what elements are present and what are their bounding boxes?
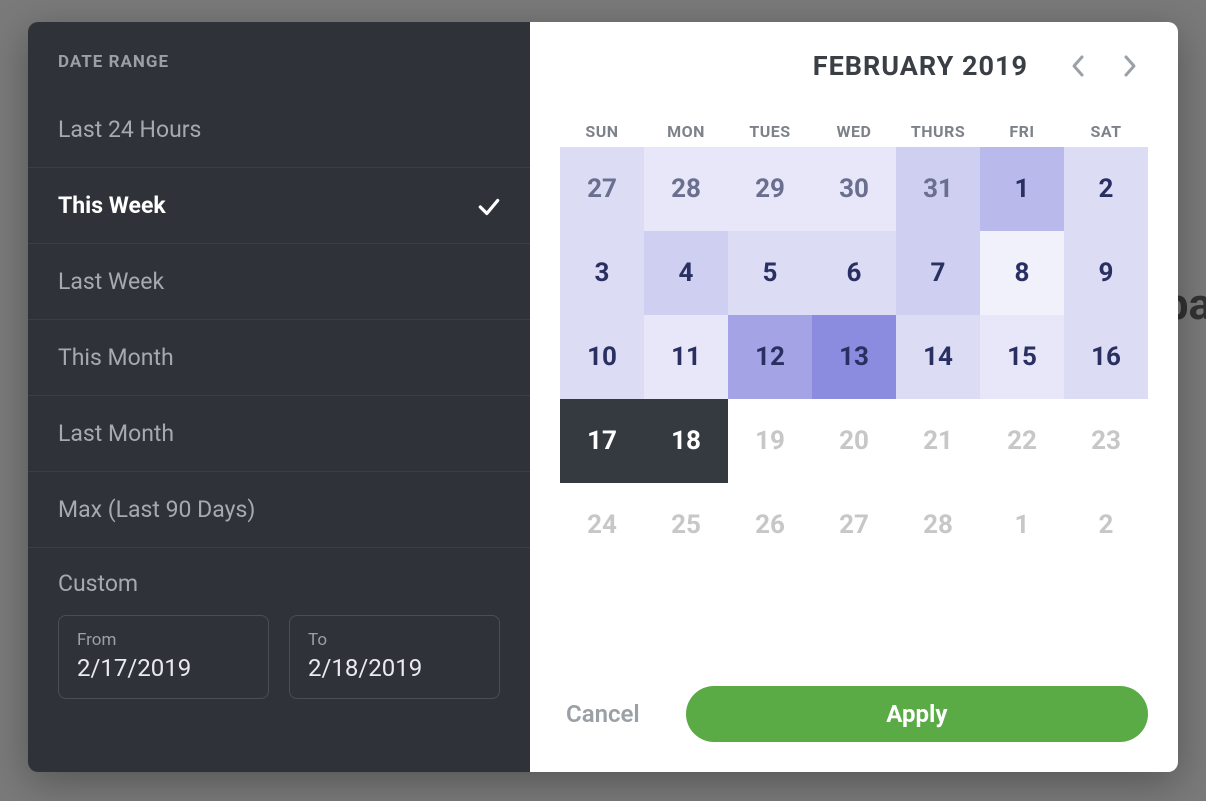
calendar-day[interactable]: 7 <box>896 231 980 315</box>
preset-last-week[interactable]: Last Week <box>28 244 530 320</box>
preset-this-week[interactable]: This Week <box>28 168 530 244</box>
weekday-header: SUN <box>560 122 644 141</box>
weekday-header: WED <box>812 122 896 141</box>
preset-label: Last Week <box>58 268 164 295</box>
calendar-day[interactable]: 29 <box>728 147 812 231</box>
calendar-day: 27 <box>812 483 896 567</box>
to-label: To <box>308 630 481 650</box>
calendar-day[interactable]: 31 <box>896 147 980 231</box>
calendar-day: 26 <box>728 483 812 567</box>
date-range-modal: DATE RANGE Last 24 Hours This Week Last We… <box>28 22 1178 772</box>
prev-month-button[interactable] <box>1066 54 1090 78</box>
calendar-day[interactable]: 28 <box>644 147 728 231</box>
preset-label: This Week <box>58 192 166 219</box>
custom-section: Custom From 2/17/2019 To 2/18/2019 <box>28 548 530 729</box>
chevron-right-icon <box>1122 54 1138 78</box>
to-date-input[interactable]: To 2/18/2019 <box>289 615 500 699</box>
from-label: From <box>77 630 250 650</box>
preset-label: Max (Last 90 Days) <box>58 496 255 523</box>
check-icon <box>476 194 500 218</box>
preset-this-month[interactable]: This Month <box>28 320 530 396</box>
preset-last-month[interactable]: Last Month <box>28 396 530 472</box>
calendar-day[interactable]: 12 <box>728 315 812 399</box>
calendar-day[interactable]: 6 <box>812 231 896 315</box>
to-value: 2/18/2019 <box>308 654 481 682</box>
preset-max-last-90-days[interactable]: Max (Last 90 Days) <box>28 472 530 548</box>
calendar-day[interactable]: 1 <box>980 147 1064 231</box>
calendar-day[interactable]: 11 <box>644 315 728 399</box>
sidebar-header: DATE RANGE <box>28 22 530 92</box>
calendar-day[interactable]: 13 <box>812 315 896 399</box>
next-month-button[interactable] <box>1118 54 1142 78</box>
from-date-input[interactable]: From 2/17/2019 <box>58 615 269 699</box>
calendar-day[interactable]: 3 <box>560 231 644 315</box>
calendar-day: 23 <box>1064 399 1148 483</box>
from-value: 2/17/2019 <box>77 654 250 682</box>
calendar-day[interactable]: 30 <box>812 147 896 231</box>
weekday-header: SAT <box>1064 122 1148 141</box>
calendar-day: 24 <box>560 483 644 567</box>
preset-last-24-hours[interactable]: Last 24 Hours <box>28 92 530 168</box>
preset-label: This Month <box>58 344 174 371</box>
calendar-day: 28 <box>896 483 980 567</box>
calendar-day: 25 <box>644 483 728 567</box>
calendar-day[interactable]: 2 <box>1064 147 1148 231</box>
calendar-panel: FEBRUARY 2019 SUNMONTUESWEDTHURSFRISAT 2… <box>530 22 1178 772</box>
calendar-day[interactable]: 18 <box>644 399 728 483</box>
calendar-day[interactable]: 10 <box>560 315 644 399</box>
calendar-day: 21 <box>896 399 980 483</box>
calendar-day: 2 <box>1064 483 1148 567</box>
calendar-day[interactable]: 8 <box>980 231 1064 315</box>
calendar-title: FEBRUARY 2019 <box>813 50 1028 82</box>
apply-button[interactable]: Apply <box>686 686 1148 742</box>
calendar-day[interactable]: 15 <box>980 315 1064 399</box>
weekday-header: THURS <box>896 122 980 141</box>
weekday-header: TUES <box>728 122 812 141</box>
custom-label: Custom <box>58 570 500 597</box>
calendar-day[interactable]: 4 <box>644 231 728 315</box>
weekday-header: FRI <box>980 122 1064 141</box>
calendar-day[interactable]: 27 <box>560 147 644 231</box>
calendar-day[interactable]: 17 <box>560 399 644 483</box>
calendar-day[interactable]: 5 <box>728 231 812 315</box>
calendar-day[interactable]: 9 <box>1064 231 1148 315</box>
calendar-day[interactable]: 14 <box>896 315 980 399</box>
weekday-header: MON <box>644 122 728 141</box>
preset-label: Last 24 Hours <box>58 116 201 143</box>
preset-label: Last Month <box>58 420 174 447</box>
calendar-day: 1 <box>980 483 1064 567</box>
date-range-sidebar: DATE RANGE Last 24 Hours This Week Last We… <box>28 22 530 772</box>
calendar-day: 20 <box>812 399 896 483</box>
calendar-day[interactable]: 16 <box>1064 315 1148 399</box>
calendar-day: 19 <box>728 399 812 483</box>
chevron-left-icon <box>1070 54 1086 78</box>
calendar-day: 22 <box>980 399 1064 483</box>
cancel-button[interactable]: Cancel <box>560 690 646 738</box>
